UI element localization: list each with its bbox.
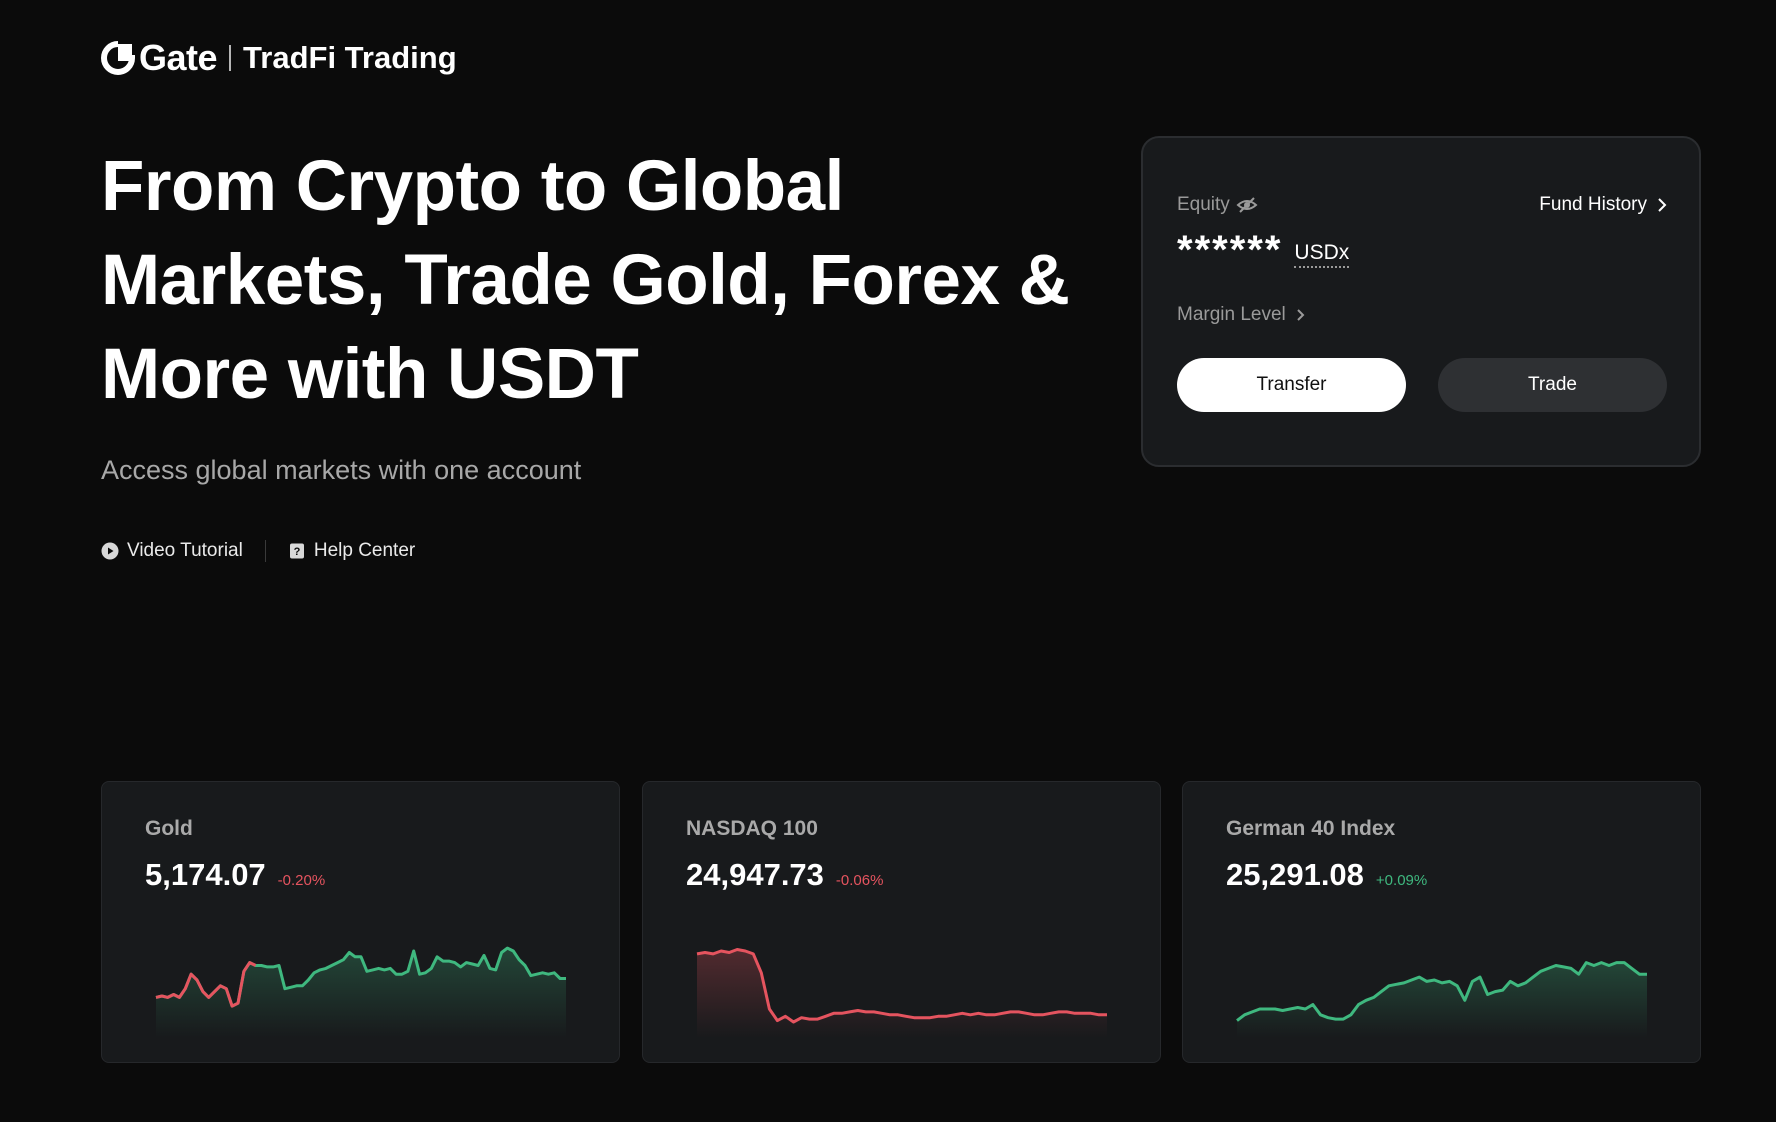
gate-logo[interactable]: Gate [101,37,218,79]
help-book-icon: ? [289,543,304,559]
market-change: -0.06% [835,872,884,889]
margin-level-link[interactable]: Margin Level [1177,304,1306,326]
market-price: 24,947.73 [686,857,824,892]
market-name: NASDAQ 100 [686,817,818,840]
market-change: +0.09% [1375,872,1428,889]
links-divider [264,540,266,562]
margin-level-label: Margin Level [1177,304,1286,325]
product-title: TradFi Trading [243,40,457,75]
hero-title: From Crypto to Global Markets, Trade Gol… [101,147,1070,414]
market-price-row: 25,291.08 +0.09% [1226,857,1427,893]
chevron-right-icon [1658,198,1667,212]
transfer-button[interactable]: Transfer [1177,358,1406,412]
sparkline-area [1237,962,1647,1038]
market-price-row: 24,947.73 -0.06% [686,857,883,893]
help-links: Video Tutorial ? Help Center [101,540,415,562]
page: Gate TradFi Trading From Crypto to Globa… [0,0,1776,1122]
market-price: 25,291.08 [1226,857,1364,892]
market-card-gold[interactable]: Gold 5,174.07 -0.20% [101,781,620,1063]
fund-history-link[interactable]: Fund History [1539,194,1667,216]
equity-unit-selector[interactable]: USDx [1294,241,1350,268]
brand-header[interactable]: Gate TradFi Trading [101,37,457,79]
equity-label: Equity [1177,194,1230,215]
gate-logo-icon [101,41,135,75]
market-price: 5,174.07 [145,857,266,892]
hero-subtitle: Access global markets with one account [101,455,582,485]
play-circle-icon [101,542,119,560]
market-card-german-40[interactable]: German 40 Index 25,291.08 +0.09% [1182,781,1701,1063]
market-card-nasdaq-100[interactable]: NASDAQ 100 24,947.73 -0.06% [642,781,1161,1063]
equity-label-row: Equity [1177,194,1258,216]
market-sparkline [155,946,566,1038]
trade-button[interactable]: Trade [1438,358,1667,412]
svg-text:?: ? [293,546,300,558]
eye-off-icon[interactable] [1236,196,1258,214]
market-name: Gold [145,817,193,840]
equity-value: ****** [1177,228,1283,272]
market-change: -0.20% [277,872,326,889]
equity-row: ****** USDx [1177,228,1350,272]
market-name: German 40 Index [1226,817,1396,840]
account-card: Equity Fund History ****** USDx Margin L… [1141,136,1701,467]
sparkline-area [156,948,566,1038]
market-sparkline [1236,961,1647,1038]
market-price-row: 5,174.07 -0.20% [145,857,325,893]
video-tutorial-label: Video Tutorial [127,540,243,561]
help-center-link[interactable]: ? Help Center [288,540,415,562]
market-sparkline [696,948,1107,1038]
help-center-label: Help Center [313,540,416,561]
brand-name: Gate [139,37,218,78]
chevron-right-icon [1297,309,1305,321]
brand-divider [229,45,232,71]
fund-history-label: Fund History [1539,194,1647,215]
video-tutorial-link[interactable]: Video Tutorial [101,540,243,562]
